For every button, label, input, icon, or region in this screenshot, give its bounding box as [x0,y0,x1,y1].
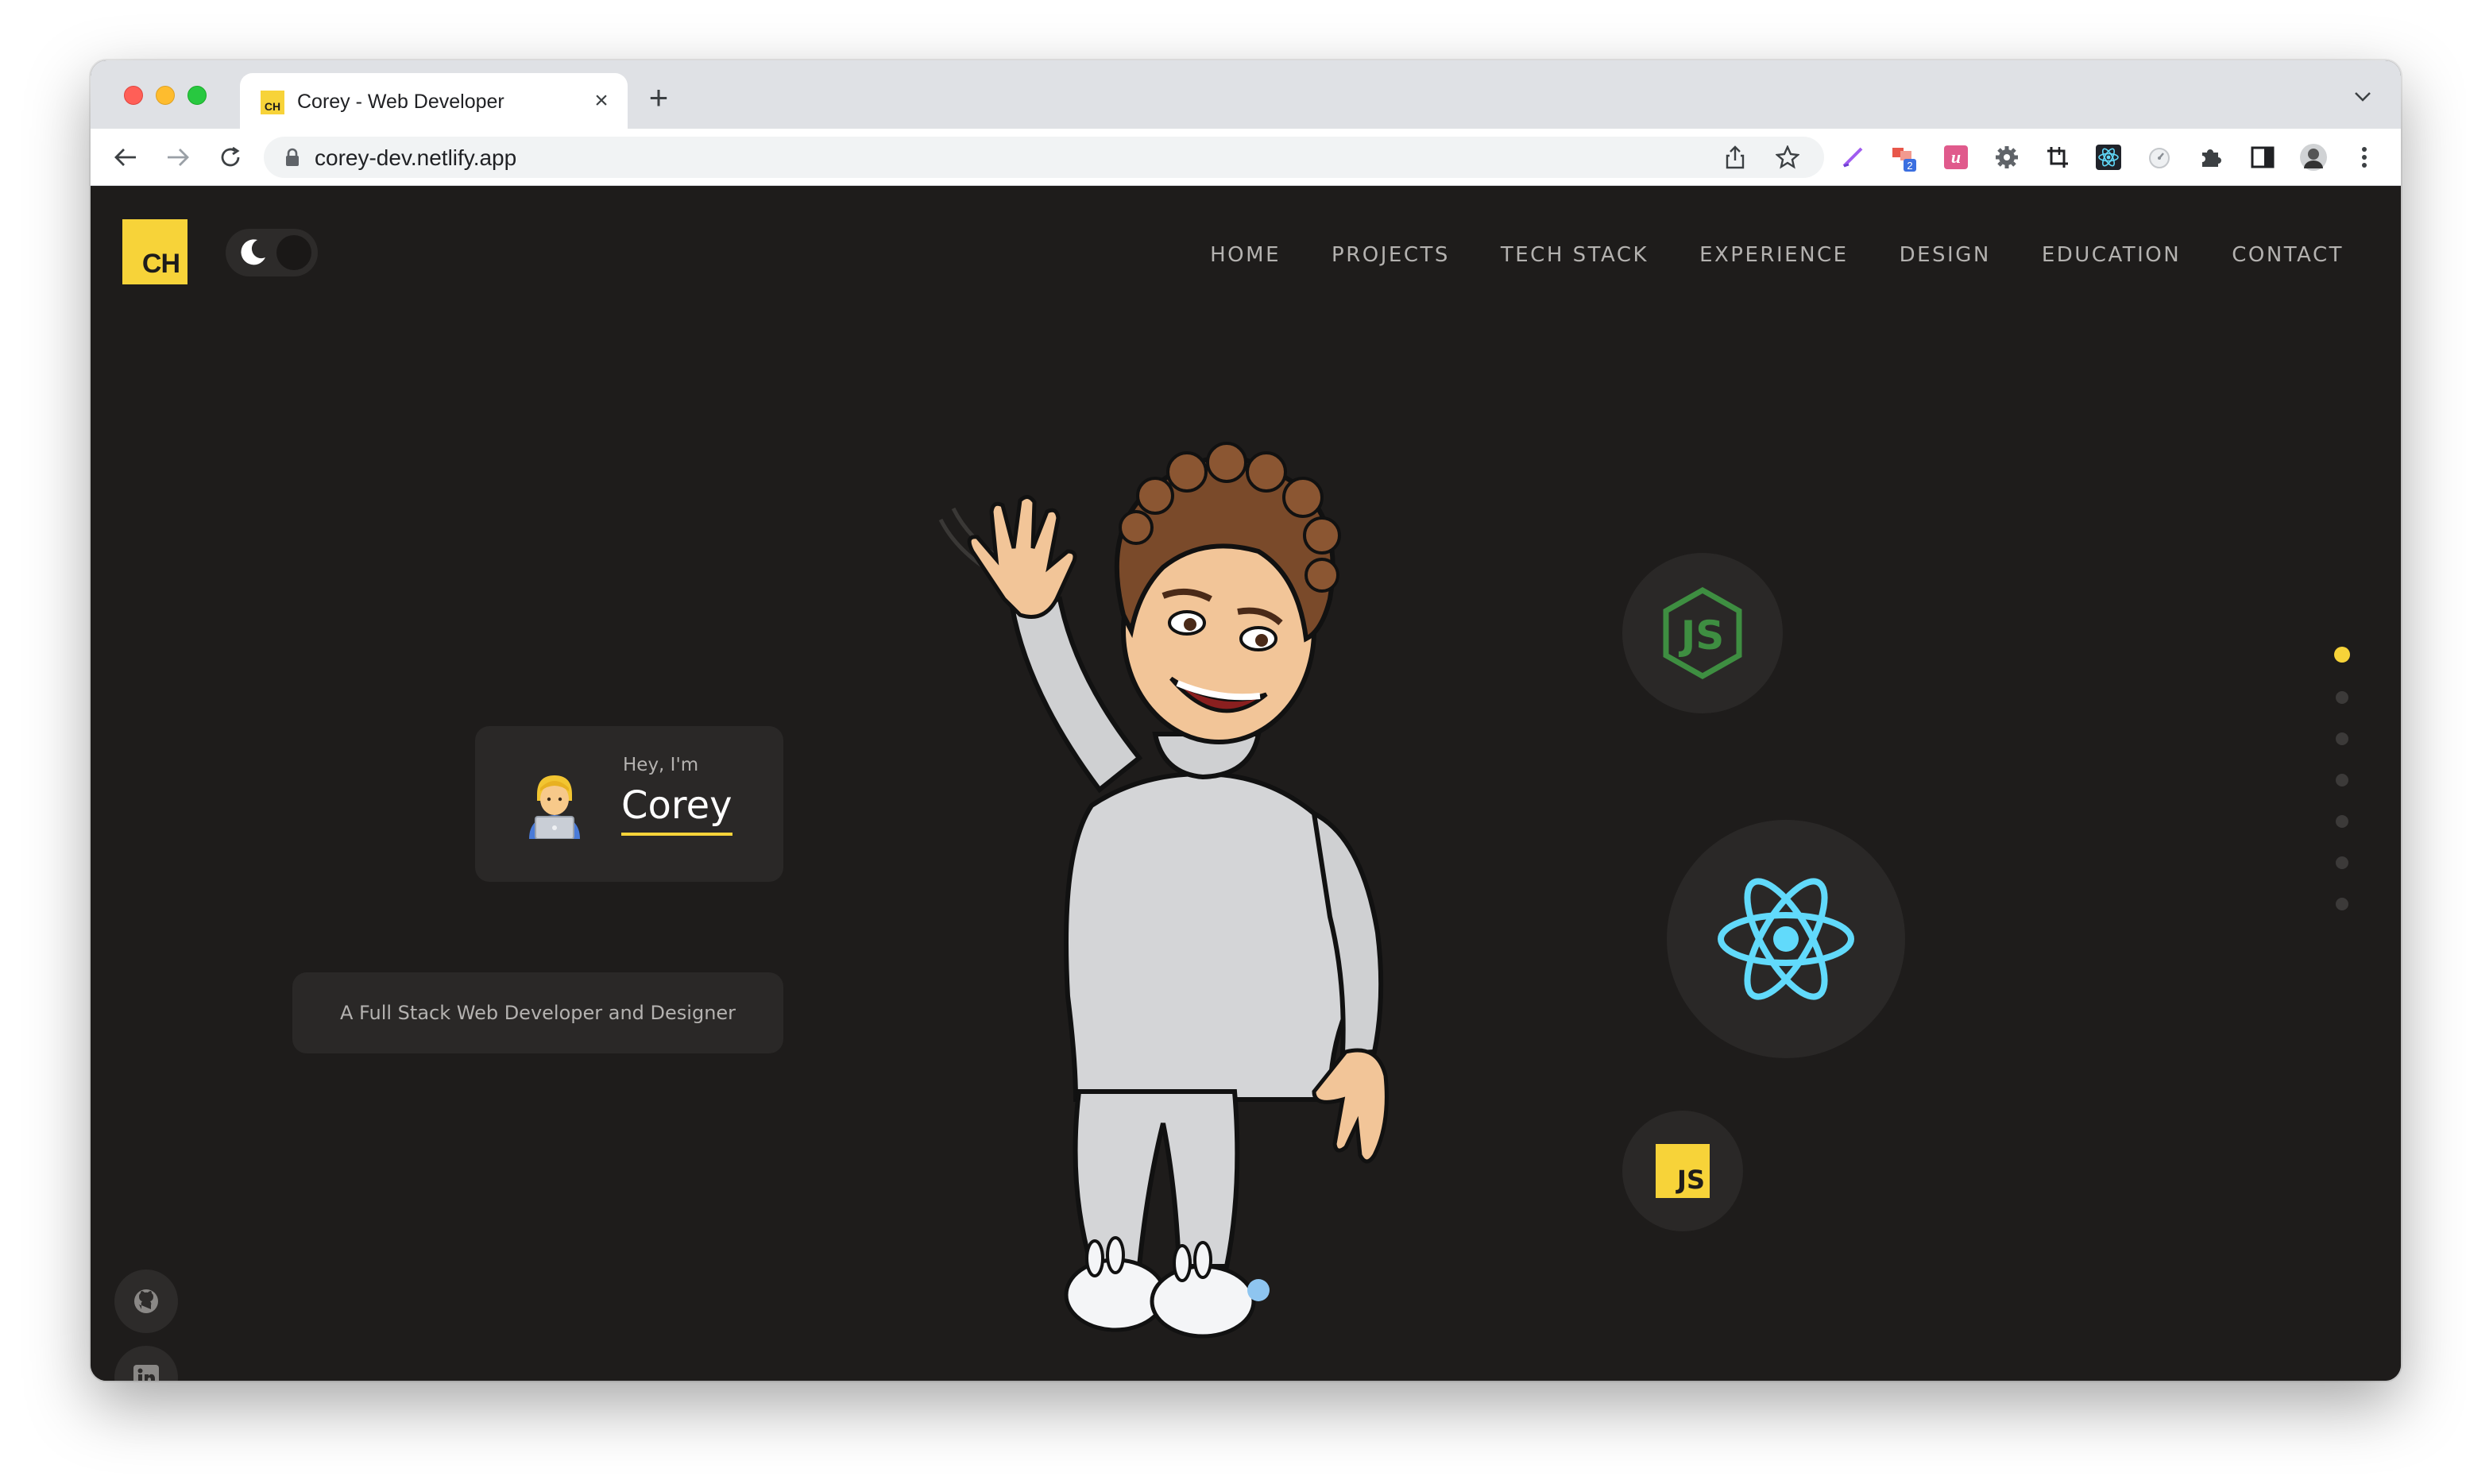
forward-arrow-icon[interactable] [160,140,195,175]
timer-extension-icon[interactable] [2142,140,2177,175]
react-devtools-icon[interactable] [2091,140,2126,175]
nav-experience[interactable]: EXPERIENCE [1699,243,1849,267]
nodejs-bubble: JS [1622,553,1783,713]
u-extension-icon[interactable]: u [1938,140,1973,175]
tab-title: Corey - Web Developer [297,91,504,113]
react-bubble [1667,820,1905,1058]
browser-tab-active[interactable]: CH Corey - Web Developer × [240,73,628,129]
url-text: corey-dev.netlify.app [315,145,517,170]
new-tab-button[interactable]: + [639,78,678,118]
tagline-text: A Full Stack Web Developer and Designer [339,1002,736,1024]
react-icon [1718,878,1854,1000]
tagline-card: A Full Stack Web Developer and Designer [292,972,783,1053]
svg-text:2: 2 [1907,160,1912,172]
developer-emoji-icon [529,775,580,839]
kebab-menu-icon[interactable] [2347,140,2382,175]
back-arrow-icon[interactable] [108,140,143,175]
tab-close-button[interactable]: × [588,87,615,114]
page-content: CH HOME PROJECTS TECH STACK EXPERIENCE D… [91,186,2401,1381]
section-dot-2[interactable] [2336,691,2348,704]
profile-avatar[interactable] [2296,140,2331,175]
moon-icon [241,239,265,265]
theme-toggle[interactable] [226,229,318,276]
nav-projects[interactable]: PROJECTS [1332,243,1450,267]
section-dots [2334,647,2350,939]
maximize-window-button[interactable] [187,86,207,105]
gear-extension-icon[interactable] [1989,140,2024,175]
puzzle-extensions-icon[interactable] [2193,140,2228,175]
greeting-text: Hey, I'm [623,755,699,775]
pen-extension-icon[interactable] [1835,140,1870,175]
svg-text:JS: JS [1679,613,1725,659]
nav-contact[interactable]: CONTACT [2232,243,2344,267]
address-bar[interactable]: corey-dev.netlify.app [264,137,1824,178]
tab-strip: CH Corey - Web Developer × + [91,60,2401,129]
nav-design[interactable]: DESIGN [1900,243,1991,267]
section-dot-6[interactable] [2336,856,2348,869]
linkedin-link[interactable] [114,1346,178,1381]
tabs-extension-icon[interactable]: 2 [1888,140,1923,175]
reload-icon[interactable] [213,140,248,175]
section-dot-7[interactable] [2336,898,2348,910]
section-dot-3[interactable] [2336,732,2348,745]
javascript-icon: JS [1656,1144,1710,1198]
js-badge-text: JS [1677,1165,1705,1195]
nav-tech-stack[interactable]: TECH STACK [1501,243,1649,267]
nav-education[interactable]: EDUCATION [2042,243,2181,267]
javascript-bubble: JS [1622,1111,1743,1231]
lock-icon[interactable] [284,148,300,167]
nodejs-icon: JS [1663,587,1742,679]
linkedin-icon [133,1365,159,1381]
name-heading: Corey [621,783,732,836]
nav-home[interactable]: HOME [1210,243,1281,267]
section-dot-5[interactable] [2336,815,2348,828]
github-icon [134,1289,158,1313]
side-panel-icon[interactable] [2245,140,2280,175]
browser-window: CH Corey - Web Developer × + corey-dev.n… [91,60,2401,1381]
share-icon[interactable] [1721,143,1749,172]
site-logo[interactable]: CH [122,219,187,284]
toggle-knob [276,235,311,270]
waving-avatar-illustration [938,442,1389,1339]
close-window-button[interactable] [124,86,143,105]
minimize-window-button[interactable] [156,86,175,105]
tab-search-chevron-icon[interactable] [2347,81,2379,113]
bookmark-star-icon[interactable] [1773,143,1802,172]
main-nav: HOME PROJECTS TECH STACK EXPERIENCE DESI… [1210,243,2344,267]
section-dot-4[interactable] [2336,774,2348,786]
github-link[interactable] [114,1270,178,1333]
screenshot-crop-icon[interactable] [2040,140,2075,175]
tab-favicon: CH [261,91,284,114]
section-dot-1[interactable] [2334,647,2350,663]
intro-card: Hey, I'm Corey [475,726,783,882]
browser-toolbar: corey-dev.netlify.app 2 u [91,129,2401,186]
